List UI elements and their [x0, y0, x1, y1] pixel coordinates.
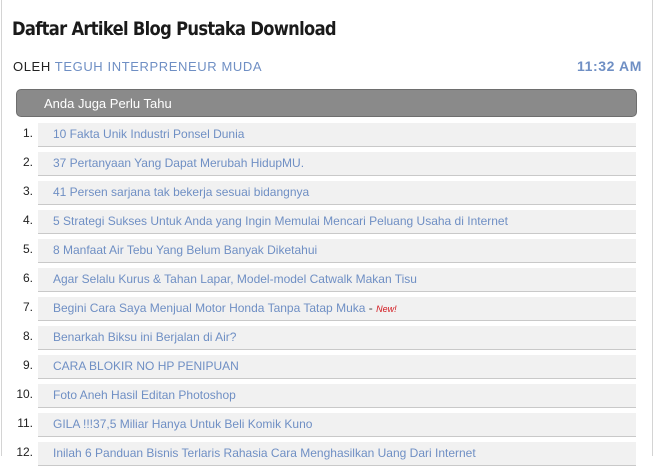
- section-header-label: Anda Juga Perlu Tahu: [44, 96, 172, 111]
- article-link[interactable]: 41 Persen sarjana tak bekerja sesuai bid…: [53, 185, 309, 199]
- list-item: 5. 8 Manfaat Air Tebu Yang Belum Banyak …: [0, 236, 656, 265]
- item-number: 4.: [22, 213, 33, 227]
- section-header: Anda Juga Perlu Tahu: [16, 89, 637, 117]
- item-box: CARA BLOKIR NO HP PENIPUAN: [38, 355, 636, 379]
- item-box: GILA !!!37,5 Miliar Hanya Untuk Beli Kom…: [38, 413, 636, 437]
- item-number: 6.: [22, 271, 33, 285]
- item-box: 37 Pertanyaan Yang Dapat Merubah HidupMU…: [38, 152, 636, 176]
- article-link[interactable]: 8 Manfaat Air Tebu Yang Belum Banyak Dik…: [53, 243, 317, 257]
- list-item: 11. GILA !!!37,5 Miliar Hanya Untuk Beli…: [0, 410, 656, 439]
- list-item: 8. Benarkah Biksu ini Berjalan di Air?: [0, 323, 656, 352]
- list-item: 10. Foto Aneh Hasil Editan Photoshop: [0, 381, 656, 410]
- page-title: Daftar Artikel Blog Pustaka Download: [12, 18, 337, 40]
- item-number: 5.: [22, 242, 33, 256]
- article-list: 1. 10 Fakta Unik Industri Ponsel Dunia 2…: [0, 120, 656, 468]
- byline: OLEH TEGUH INTERPRENEUR MUDA: [13, 59, 262, 74]
- item-box: Benarkah Biksu ini Berjalan di Air?: [38, 326, 636, 350]
- article-link[interactable]: 5 Strategi Sukses Untuk Anda yang Ingin …: [53, 214, 508, 228]
- item-number: 7.: [22, 300, 33, 314]
- article-link[interactable]: CARA BLOKIR NO HP PENIPUAN: [53, 359, 239, 373]
- new-badge: New!: [376, 304, 397, 314]
- list-item: 4. 5 Strategi Sukses Untuk Anda yang Ing…: [0, 207, 656, 236]
- item-box: 5 Strategi Sukses Untuk Anda yang Ingin …: [38, 210, 636, 234]
- article-link[interactable]: 37 Pertanyaan Yang Dapat Merubah HidupMU…: [53, 156, 304, 170]
- post-time: 11:32 AM: [577, 58, 642, 74]
- item-box: 10 Fakta Unik Industri Ponsel Dunia: [38, 123, 636, 147]
- item-number: 2.: [22, 155, 33, 169]
- list-item: 7. Begini Cara Saya Menjual Motor Honda …: [0, 294, 656, 323]
- list-item: 1. 10 Fakta Unik Industri Ponsel Dunia: [0, 120, 656, 149]
- item-box: 8 Manfaat Air Tebu Yang Belum Banyak Dik…: [38, 239, 636, 263]
- item-box: 41 Persen sarjana tak bekerja sesuai bid…: [38, 181, 636, 205]
- list-item: 12. Inilah 6 Panduan Bisnis Terlaris Rah…: [0, 439, 656, 468]
- article-link-text[interactable]: Begini Cara Saya Menjual Motor Honda Tan…: [53, 301, 365, 315]
- article-link[interactable]: Begini Cara Saya Menjual Motor Honda Tan…: [53, 301, 397, 315]
- item-box: Agar Selalu Kurus & Tahan Lapar, Model-m…: [38, 268, 636, 292]
- author-link[interactable]: TEGUH INTERPRENEUR MUDA: [55, 59, 262, 74]
- article-link[interactable]: Benarkah Biksu ini Berjalan di Air?: [53, 330, 236, 344]
- article-link[interactable]: Agar Selalu Kurus & Tahan Lapar, Model-m…: [53, 272, 417, 286]
- item-number: 9.: [22, 358, 33, 372]
- article-link[interactable]: 10 Fakta Unik Industri Ponsel Dunia: [53, 127, 244, 141]
- list-item: 2. 37 Pertanyaan Yang Dapat Merubah Hidu…: [0, 149, 656, 178]
- article-link[interactable]: GILA !!!37,5 Miliar Hanya Untuk Beli Kom…: [53, 417, 312, 431]
- list-item: 3. 41 Persen sarjana tak bekerja sesuai …: [0, 178, 656, 207]
- article-link[interactable]: Inilah 6 Panduan Bisnis Terlaris Rahasia…: [53, 446, 476, 460]
- list-item: 6. Agar Selalu Kurus & Tahan Lapar, Mode…: [0, 265, 656, 294]
- item-number: 10.: [16, 387, 33, 401]
- item-number: 1.: [22, 126, 33, 140]
- list-item: 9. CARA BLOKIR NO HP PENIPUAN: [0, 352, 656, 381]
- separator: -: [365, 301, 377, 315]
- item-number: 12.: [16, 445, 33, 459]
- byline-prefix: OLEH: [13, 59, 51, 74]
- item-number: 3.: [22, 184, 33, 198]
- item-box: Inilah 6 Panduan Bisnis Terlaris Rahasia…: [38, 442, 636, 466]
- article-link[interactable]: Foto Aneh Hasil Editan Photoshop: [53, 388, 236, 402]
- item-number: 8.: [22, 329, 33, 343]
- item-number: 11.: [17, 416, 33, 430]
- item-box: Begini Cara Saya Menjual Motor Honda Tan…: [38, 297, 636, 321]
- item-box: Foto Aneh Hasil Editan Photoshop: [38, 384, 636, 408]
